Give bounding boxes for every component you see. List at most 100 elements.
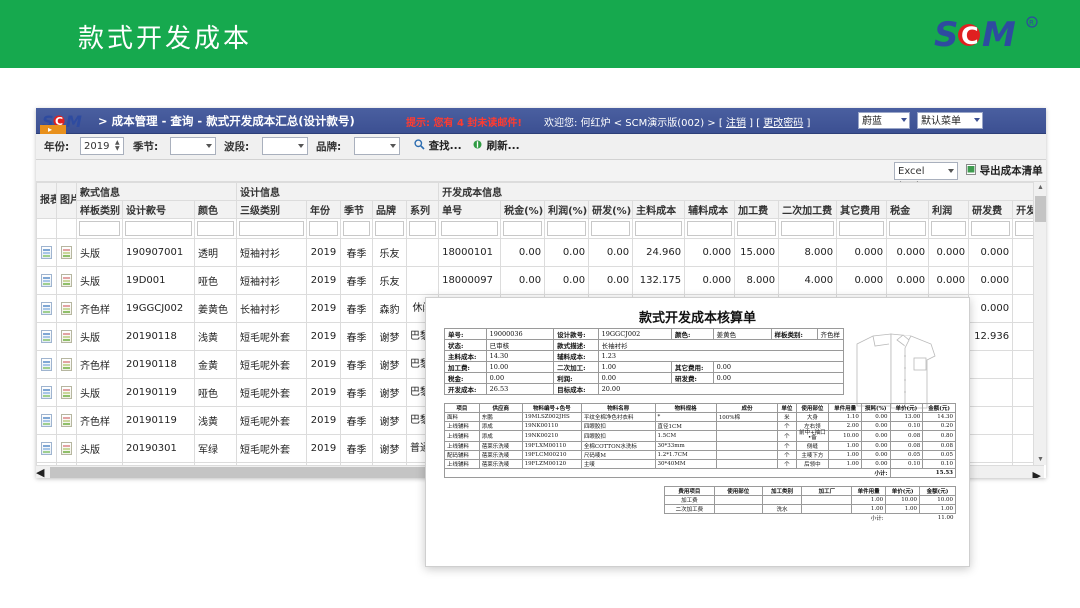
spinner-icon[interactable]: ▲ ▼ [115, 140, 121, 153]
image-icon-cell[interactable] [56, 238, 77, 267]
filter-input-14[interactable] [635, 221, 683, 236]
material-cell: 四眼胶扣 [580, 430, 656, 442]
wave-select[interactable] [262, 137, 308, 155]
filter-input-6[interactable] [309, 221, 339, 236]
filter-input-3[interactable] [125, 221, 192, 236]
scroll-right-arrow[interactable]: ▶ [1033, 469, 1041, 478]
report-icon[interactable] [41, 274, 52, 287]
image-icon[interactable] [61, 358, 72, 371]
image-icon[interactable] [61, 414, 72, 427]
table-row[interactable]: 头版 190907001 透明 短袖衬衫 2019 春季 乐友 18000101 0.00 0.0… [36, 238, 1046, 267]
image-icon[interactable] [61, 386, 72, 399]
brand-select[interactable] [354, 137, 400, 155]
col-rd-pct[interactable]: 研发(%) [588, 200, 634, 219]
image-icon-cell[interactable] [56, 434, 77, 463]
filter-input-12[interactable] [547, 221, 587, 236]
filter-input-5[interactable] [239, 221, 305, 236]
report-icon-cell[interactable] [36, 238, 57, 267]
filter-input-16[interactable] [737, 221, 777, 236]
scroll-up-arrow[interactable]: ▲ [1037, 184, 1044, 191]
image-icon[interactable] [61, 330, 72, 343]
col-sample-type[interactable]: 样板类别 [76, 200, 123, 219]
col-main-cost[interactable]: 主料成本 [632, 200, 686, 219]
material-cell: 1.00 [828, 441, 862, 451]
image-icon-cell[interactable] [56, 406, 77, 435]
filter-input-2[interactable] [79, 221, 120, 236]
vertical-scroll-thumb[interactable] [1035, 196, 1046, 222]
image-icon[interactable] [61, 246, 72, 259]
report-icon-cell[interactable] [36, 266, 57, 295]
scroll-down-arrow[interactable]: ▼ [1037, 456, 1044, 463]
theme-select[interactable]: 蔚蓝 [858, 112, 910, 129]
col-profit[interactable]: 利润 [928, 200, 970, 219]
report-icon-cell[interactable] [36, 294, 57, 323]
image-icon[interactable] [61, 442, 72, 455]
image-icon-cell[interactable] [56, 378, 77, 407]
image-icon[interactable] [61, 302, 72, 315]
cell-other_fee: 0.000 [836, 238, 888, 267]
col-second-fee[interactable]: 二次加工费 [778, 200, 838, 219]
report-icon-cell[interactable] [36, 322, 57, 351]
col-other-fee[interactable]: 其它费用 [836, 200, 888, 219]
export-format-select[interactable]: Excel (*.xls [894, 162, 958, 192]
image-icon-cell[interactable] [56, 294, 77, 323]
col-series[interactable]: 系列 [406, 200, 440, 219]
filter-input-18[interactable] [839, 221, 885, 236]
report-icon[interactable] [41, 358, 52, 371]
export-button[interactable]: 导出成本清单 [966, 162, 1043, 180]
filter-input-10[interactable] [441, 221, 499, 236]
fee-cell [801, 504, 853, 514]
filter-input-20[interactable] [931, 221, 967, 236]
filter-input-13[interactable] [591, 221, 631, 236]
report-icon[interactable] [41, 386, 52, 399]
table-row[interactable]: 头版 19D001 哑色 短袖衬衫 2019 春季 乐友 18000097 0.00 0.00 0.… [36, 266, 1046, 295]
image-icon-cell[interactable] [56, 350, 77, 379]
col-tax[interactable]: 税金 [886, 200, 930, 219]
filter-input-19[interactable] [889, 221, 927, 236]
menu-select[interactable]: 默认菜单 [917, 112, 983, 129]
filter-input-7[interactable] [343, 221, 371, 236]
menu-toggle-arrow[interactable]: ▸ [40, 125, 66, 134]
search-button[interactable]: 查找... [414, 137, 462, 155]
col-category[interactable]: 三级类别 [236, 200, 308, 219]
col-order-no[interactable]: 单号 [438, 200, 502, 219]
col-rd-fee[interactable]: 研发费 [968, 200, 1014, 219]
year-input[interactable]: 2019 ▲ ▼ [80, 137, 124, 155]
col-design-no[interactable]: 设计款号 [122, 200, 195, 219]
filter-input-4[interactable] [197, 221, 235, 236]
report-icon-cell[interactable] [36, 350, 57, 379]
image-icon-cell[interactable] [56, 322, 77, 351]
col-brand[interactable]: 品牌 [372, 200, 408, 219]
report-icon[interactable] [41, 442, 52, 455]
col-year[interactable]: 年份 [306, 200, 342, 219]
unread-mail-alert[interactable]: 提示: 您有 4 封未读邮件! [406, 114, 522, 129]
col-tax-pct[interactable]: 税金(%) [500, 200, 546, 219]
report-icon[interactable] [41, 330, 52, 343]
filter-input-17[interactable] [781, 221, 835, 236]
col-aux-cost[interactable]: 辅料成本 [684, 200, 736, 219]
image-icon-cell[interactable] [56, 266, 77, 295]
col-season[interactable]: 季节 [340, 200, 374, 219]
col-process-fee[interactable]: 加工费 [734, 200, 780, 219]
refresh-button[interactable]: 刷新... [472, 137, 520, 155]
cell-season: 春季 [340, 238, 374, 267]
filter-input-11[interactable] [503, 221, 543, 236]
filter-input-8[interactable] [375, 221, 405, 236]
report-icon[interactable] [41, 246, 52, 259]
col-color[interactable]: 颜色 [193, 200, 238, 219]
report-icon-cell[interactable] [36, 378, 57, 407]
report-icon-cell[interactable] [36, 406, 57, 435]
season-select[interactable] [170, 137, 216, 155]
report-icon[interactable] [41, 302, 52, 315]
image-icon[interactable] [61, 274, 72, 287]
page-title: 款式开发成本 [78, 24, 253, 54]
report-icon-cell[interactable] [36, 434, 57, 463]
col-profit-pct[interactable]: 利润(%) [544, 200, 590, 219]
logout-link[interactable]: 注销 [726, 118, 746, 129]
filter-input-9[interactable] [409, 221, 437, 236]
change-password-link[interactable]: 更改密码 [763, 118, 803, 129]
filter-input-15[interactable] [687, 221, 733, 236]
report-icon[interactable] [41, 414, 52, 427]
filter-input-21[interactable] [971, 221, 1011, 236]
grid-vertical-scrollbar[interactable]: ▲ ▼ [1033, 182, 1046, 465]
